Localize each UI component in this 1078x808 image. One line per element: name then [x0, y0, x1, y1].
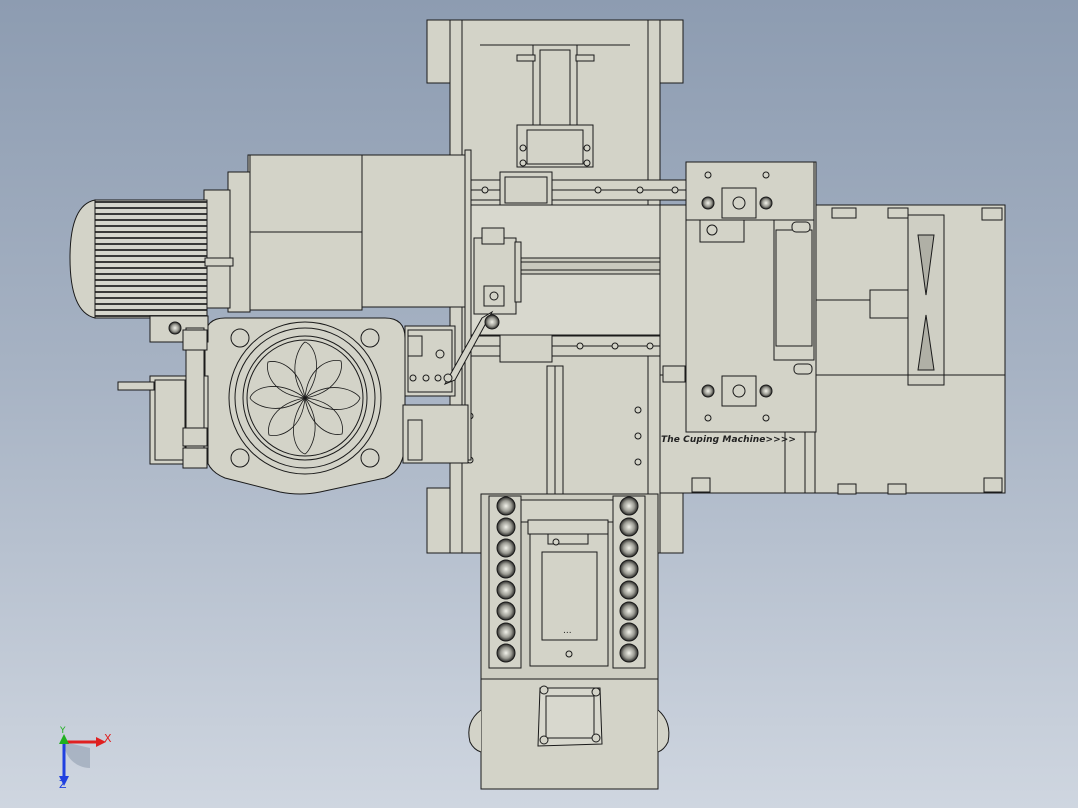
bearing-column-right: [612, 495, 646, 669]
cad-viewport[interactable]: ... The Cuping Machine>>>> X Y Z: [0, 0, 1078, 808]
y-axis-label: Y: [60, 726, 66, 736]
engraved-label: The Cuping Machine>>>>: [661, 435, 797, 445]
screw-bracket-left: [473, 227, 522, 315]
pump-housing: [204, 317, 469, 495]
z-axis-label: Z: [59, 778, 67, 791]
left-bracket: [117, 315, 209, 469]
svg-text:...: ...: [563, 626, 572, 636]
stepper-mount-plate: [662, 161, 817, 433]
cad-model-top-view[interactable]: ...: [0, 0, 1078, 808]
x-axis-label: X: [104, 732, 112, 745]
axis-triad[interactable]: X Y Z: [50, 726, 120, 794]
bearing-column-left: [488, 495, 522, 669]
